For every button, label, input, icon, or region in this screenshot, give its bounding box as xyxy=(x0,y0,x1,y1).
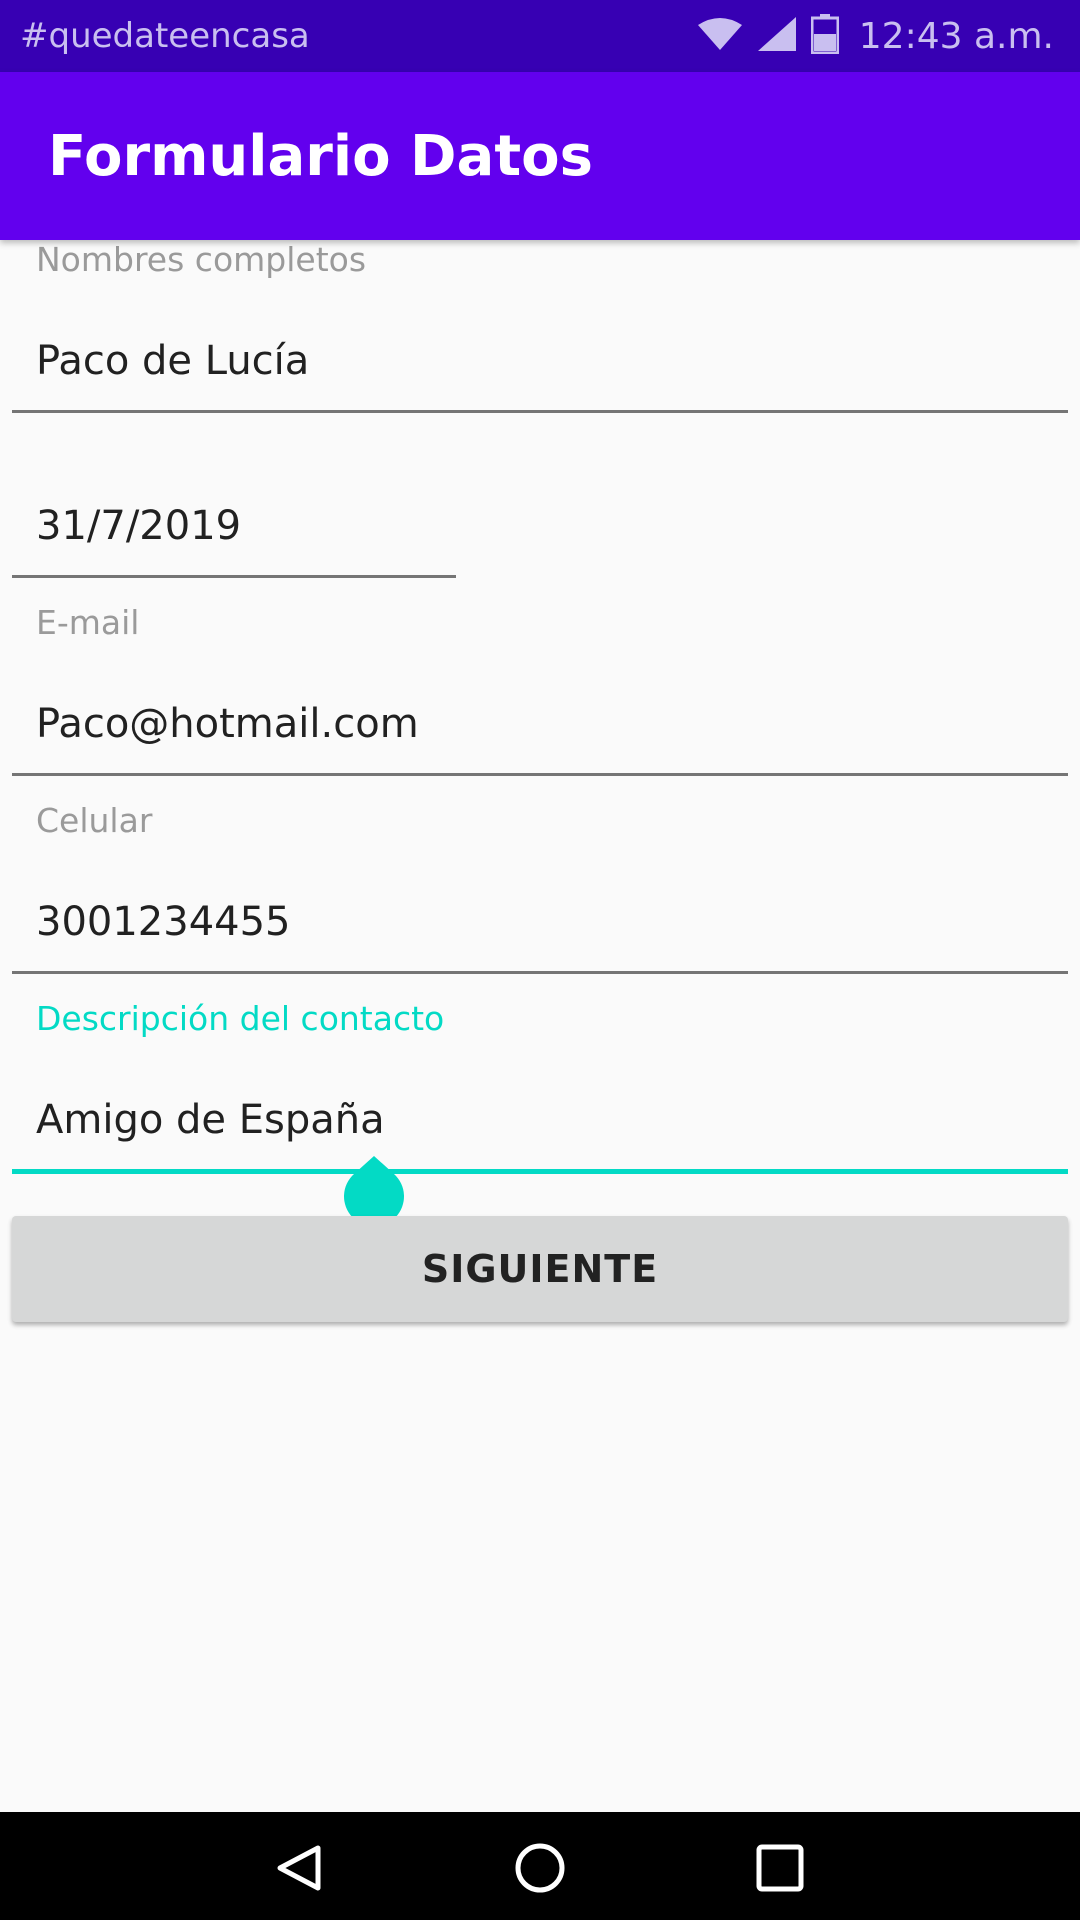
status-notification-text: #quedateencasa xyxy=(20,16,310,56)
back-icon[interactable] xyxy=(272,1840,328,1896)
home-icon[interactable] xyxy=(512,1840,568,1896)
app-title: Formulario Datos xyxy=(48,124,593,189)
phone-field[interactable]: 3001234455 xyxy=(36,899,291,945)
status-bar: #quedateencasa 12:43 a.m. xyxy=(0,0,1080,72)
navigation-bar xyxy=(0,1812,1080,1920)
description-field[interactable]: Amigo de España xyxy=(36,1097,385,1143)
phone-field-underline xyxy=(12,971,1068,974)
date-field-underline xyxy=(12,575,456,578)
email-field[interactable]: Paco@hotmail.com xyxy=(36,701,419,747)
email-field-label: E-mail xyxy=(36,603,140,642)
date-field[interactable]: 31/7/2019 xyxy=(36,503,241,549)
description-field-label: Descripción del contacto xyxy=(36,999,445,1038)
description-field-underline xyxy=(12,1169,1068,1174)
next-button[interactable]: SIGUIENTE xyxy=(12,1216,1068,1322)
cell-signal-icon xyxy=(757,16,797,56)
name-field-label: Nombres completos xyxy=(36,240,367,279)
name-field-underline xyxy=(12,410,1068,413)
battery-icon xyxy=(810,14,840,58)
status-time: 12:43 a.m. xyxy=(858,15,1054,57)
text-cursor-handle[interactable] xyxy=(344,1154,404,1227)
status-icons: 12:43 a.m. xyxy=(683,14,1054,58)
phone-field-label: Celular xyxy=(36,801,153,840)
email-field-underline xyxy=(12,773,1068,776)
recents-icon[interactable] xyxy=(752,1840,808,1896)
wifi-icon xyxy=(697,17,743,55)
app-bar: Formulario Datos xyxy=(0,72,1080,240)
name-field[interactable]: Paco de Lucía xyxy=(36,338,309,384)
